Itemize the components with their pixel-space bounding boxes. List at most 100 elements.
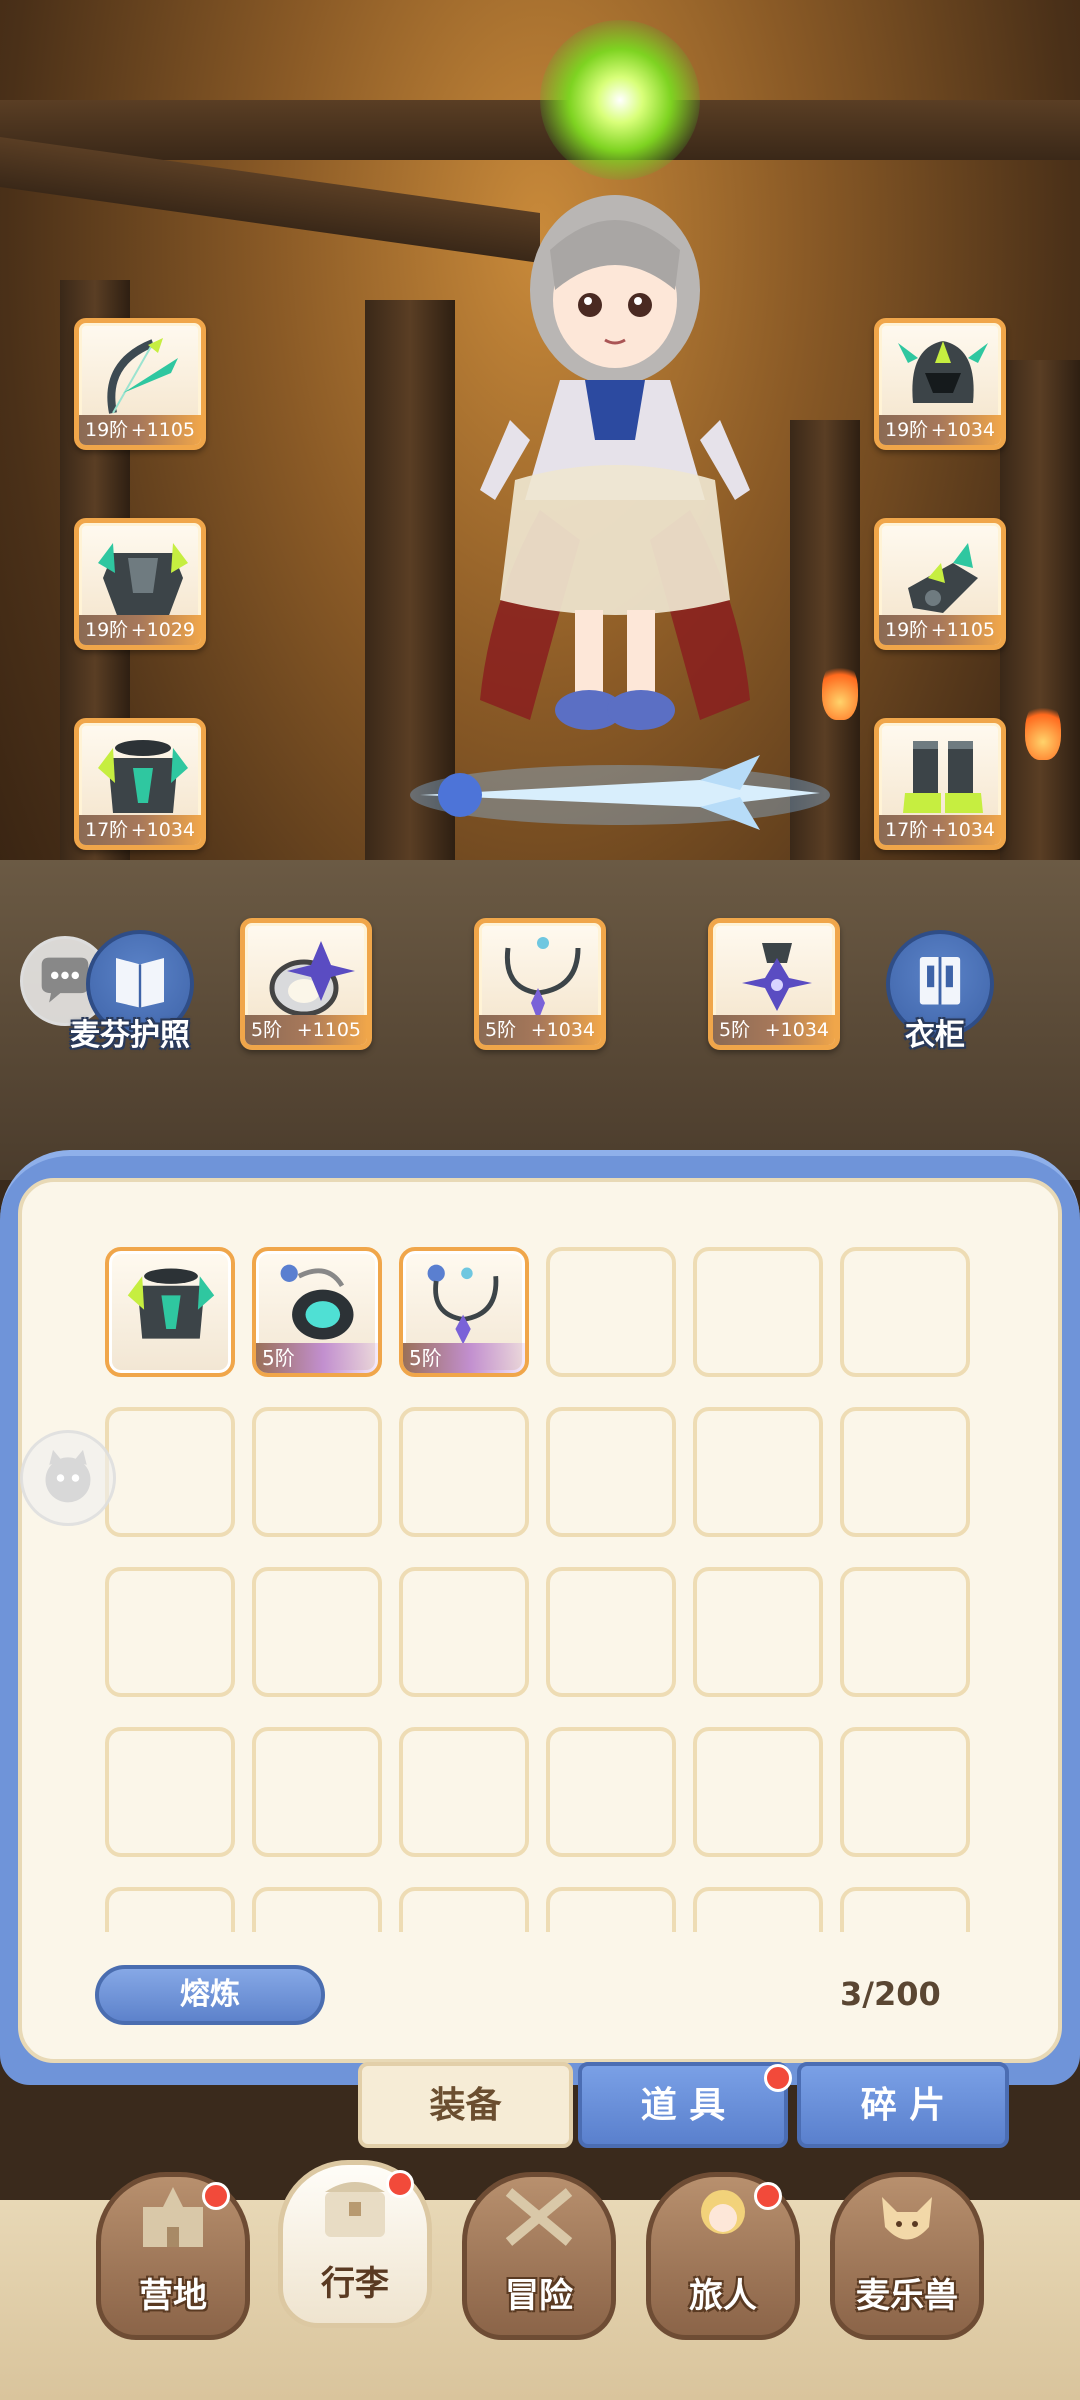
chest-icon <box>325 2182 385 2237</box>
empty-slot[interactable] <box>840 1407 970 1537</box>
smelt-button[interactable]: 熔炼 <box>95 1965 325 2025</box>
empty-slot[interactable] <box>693 1887 823 1932</box>
nav-pets-label: 麦乐兽 <box>856 2276 958 2316</box>
equip-slot-chest[interactable]: 19阶 +1029 <box>74 518 206 650</box>
armor-icon <box>127 1268 215 1339</box>
empty-slot[interactable] <box>105 1887 235 1932</box>
empty-slot[interactable] <box>546 1567 676 1697</box>
tier-label: 19阶 <box>85 419 129 441</box>
notification-dot <box>202 2182 230 2210</box>
equip-badge: 19阶 +1029 <box>79 615 201 645</box>
armor-icon <box>98 543 188 618</box>
empty-slot[interactable] <box>840 1567 970 1697</box>
accessory-slot-ring[interactable]: 5阶 +1105 <box>240 918 372 1050</box>
empty-slot[interactable] <box>252 1727 382 1857</box>
player-character[interactable] <box>470 180 760 740</box>
necklace-icon <box>427 1264 499 1345</box>
equip-badge: 19阶 +1034 <box>879 415 1001 445</box>
boots-icon <box>903 741 983 813</box>
equip-slot-armor[interactable]: 17阶 +1034 <box>74 718 206 850</box>
bag-capacity: 3/200 <box>840 1975 941 2013</box>
power-label: +1105 <box>130 419 195 441</box>
empty-slot[interactable] <box>546 1887 676 1932</box>
armor-icon <box>98 740 188 813</box>
empty-slot[interactable] <box>840 1727 970 1857</box>
empty-slot[interactable] <box>399 1887 529 1932</box>
tier-label: 5阶 <box>251 1019 283 1041</box>
empty-slot[interactable] <box>105 1727 235 1857</box>
tier-label: 5阶 <box>256 1343 378 1373</box>
inventory-grid[interactable]: 5阶 5阶 <box>105 1247 975 1932</box>
equip-slot-helmet[interactable]: 19阶 +1034 <box>874 318 1006 450</box>
empty-slot[interactable] <box>252 1407 382 1537</box>
empty-slot[interactable] <box>546 1727 676 1857</box>
empty-slot[interactable] <box>252 1567 382 1697</box>
equip-badge: 5阶 +1034 <box>713 1015 835 1045</box>
empty-slot[interactable] <box>105 1407 235 1537</box>
accessory-slot-necklace[interactable]: 5阶 +1034 <box>474 918 606 1050</box>
ring-icon <box>280 1264 354 1340</box>
empty-slot[interactable] <box>546 1407 676 1537</box>
helmet-icon <box>898 341 988 403</box>
equip-slot-boots[interactable]: 17阶 +1034 <box>874 718 1006 850</box>
empty-slot[interactable] <box>105 1567 235 1697</box>
power-label: +1105 <box>930 619 995 641</box>
passport-label: 麦芬护照 <box>70 1018 190 1053</box>
tab-items[interactable]: 道 具 <box>578 2062 788 2148</box>
tier-label: 19阶 <box>885 419 929 441</box>
accessory-slot-amulet[interactable]: 5阶 +1034 <box>708 918 840 1050</box>
traveler-portrait-icon <box>701 2190 745 2234</box>
gauntlet-icon <box>908 543 978 613</box>
fox-pet-icon <box>882 2197 932 2240</box>
nav-bag-label: 行李 <box>321 2264 389 2304</box>
pet-shortcut-button[interactable] <box>20 1430 116 1526</box>
power-label: +1034 <box>930 819 995 841</box>
tab-fragments[interactable]: 碎 片 <box>797 2062 1009 2148</box>
empty-slot[interactable] <box>546 1247 676 1377</box>
notification-dot <box>386 2170 414 2198</box>
equip-slot-weapon[interactable]: 19阶 +1105 <box>74 318 206 450</box>
nav-travelers-label: 旅人 <box>689 2276 757 2316</box>
empty-slot[interactable] <box>399 1407 529 1537</box>
empty-slot[interactable] <box>693 1247 823 1377</box>
empty-slot[interactable] <box>399 1727 529 1857</box>
equip-badge: 5阶 +1105 <box>245 1015 367 1045</box>
green-energy-orb <box>540 20 700 180</box>
empty-slot[interactable] <box>399 1567 529 1697</box>
notification-dot <box>754 2182 782 2210</box>
necklace-icon <box>504 937 581 1021</box>
tier-label: 5阶 <box>485 1019 517 1041</box>
empty-slot[interactable] <box>840 1247 970 1377</box>
notification-dot <box>764 2064 792 2092</box>
equip-badge: 19阶 +1105 <box>879 615 1001 645</box>
tier-label: 5阶 <box>403 1343 525 1373</box>
power-label: +1034 <box>130 819 195 841</box>
equip-badge: 17阶 +1034 <box>879 815 1001 845</box>
torch-flame <box>822 660 858 720</box>
bow-icon <box>107 338 178 414</box>
nav-adventure-label: 冒险 <box>505 2276 573 2316</box>
tier-label: 17阶 <box>885 819 929 841</box>
tier-label: 19阶 <box>885 619 929 641</box>
empty-slot[interactable] <box>693 1727 823 1857</box>
inventory-item[interactable]: 5阶 <box>399 1247 529 1377</box>
castle-icon <box>143 2187 203 2247</box>
wardrobe-label: 衣柜 <box>905 1018 965 1053</box>
inventory-item[interactable] <box>105 1247 235 1377</box>
torch-flame <box>1025 700 1061 760</box>
equip-badge: 17阶 +1034 <box>79 815 201 845</box>
empty-slot[interactable] <box>693 1407 823 1537</box>
power-label: +1034 <box>530 1019 595 1041</box>
power-label: +1029 <box>130 619 195 641</box>
empty-slot[interactable] <box>840 1887 970 1932</box>
equip-slot-gloves[interactable]: 19阶 +1105 <box>874 518 1006 650</box>
tier-label: 5阶 <box>719 1019 751 1041</box>
empty-slot[interactable] <box>693 1567 823 1697</box>
tab-equipment[interactable]: 装备 <box>358 2062 573 2148</box>
nav-camp-label: 营地 <box>139 2276 207 2316</box>
tier-label: 17阶 <box>85 819 129 841</box>
ring-icon <box>269 941 355 1017</box>
inventory-item[interactable]: 5阶 <box>252 1247 382 1377</box>
amulet-icon <box>742 943 812 1011</box>
empty-slot[interactable] <box>252 1887 382 1932</box>
